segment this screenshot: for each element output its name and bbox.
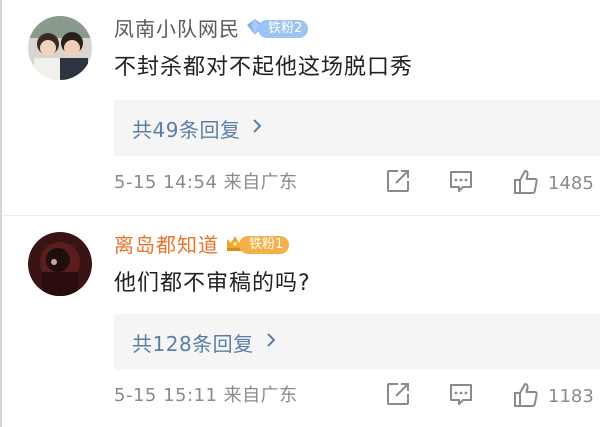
comment-text: 不封杀都对不起他这场脱口秀 [114, 55, 414, 80]
share-button[interactable] [385, 168, 411, 198]
comment-panel: 凤南小队网民 铁粉2 不封杀都对不起他这场脱口秀 共49条回复 5-15 14:… [0, 0, 600, 427]
comment-button[interactable] [448, 168, 474, 198]
comment-icon [448, 381, 474, 411]
username[interactable]: 离岛都知道 [114, 230, 219, 260]
timestamp-location: 5-15 15:11 来自广东 [114, 385, 298, 406]
comment-icon [448, 168, 474, 198]
like-count: 1183 [548, 386, 594, 407]
fan-badge[interactable]: 铁粉2 [246, 18, 309, 40]
comment-item: 凤南小队网民 铁粉2 不封杀都对不起他这场脱口秀 共49条回复 5-15 14:… [2, 0, 600, 215]
replies-label: 共49条回复 [132, 117, 241, 142]
username-row: 凤南小队网民 铁粉2 [114, 14, 309, 44]
replies-label: 共128条回复 [132, 331, 254, 356]
badge-label: 铁粉2 [258, 20, 309, 38]
avatar[interactable] [28, 232, 92, 296]
chevron-right-icon [252, 118, 262, 138]
username[interactable]: 凤南小队网民 [114, 14, 240, 44]
username-row: 离岛都知道 铁粉1 [114, 230, 290, 260]
fan-badge[interactable]: 铁粉1 [225, 234, 290, 256]
view-replies-button[interactable]: 共49条回复 [114, 100, 600, 156]
share-button[interactable] [385, 381, 411, 411]
timestamp-location: 5-15 14:54 来自广东 [114, 172, 298, 193]
like-button[interactable]: 1485 [512, 168, 594, 200]
share-icon [385, 381, 411, 411]
comment-item: 离岛都知道 铁粉1 他们都不审稿的吗? 共128条回复 5-15 15:11 来… [2, 216, 600, 427]
comment-button[interactable] [448, 381, 474, 411]
avatar[interactable] [28, 16, 92, 80]
chevron-right-icon [266, 332, 276, 352]
like-button[interactable]: 1183 [512, 381, 594, 413]
share-icon [385, 168, 411, 198]
thumbs-up-icon [512, 168, 540, 200]
like-count: 1485 [548, 173, 594, 194]
comment-text: 他们都不审稿的吗? [114, 271, 311, 296]
thumbs-up-icon [512, 381, 540, 413]
view-replies-button[interactable]: 共128条回复 [114, 314, 600, 370]
badge-label: 铁粉1 [239, 236, 290, 254]
